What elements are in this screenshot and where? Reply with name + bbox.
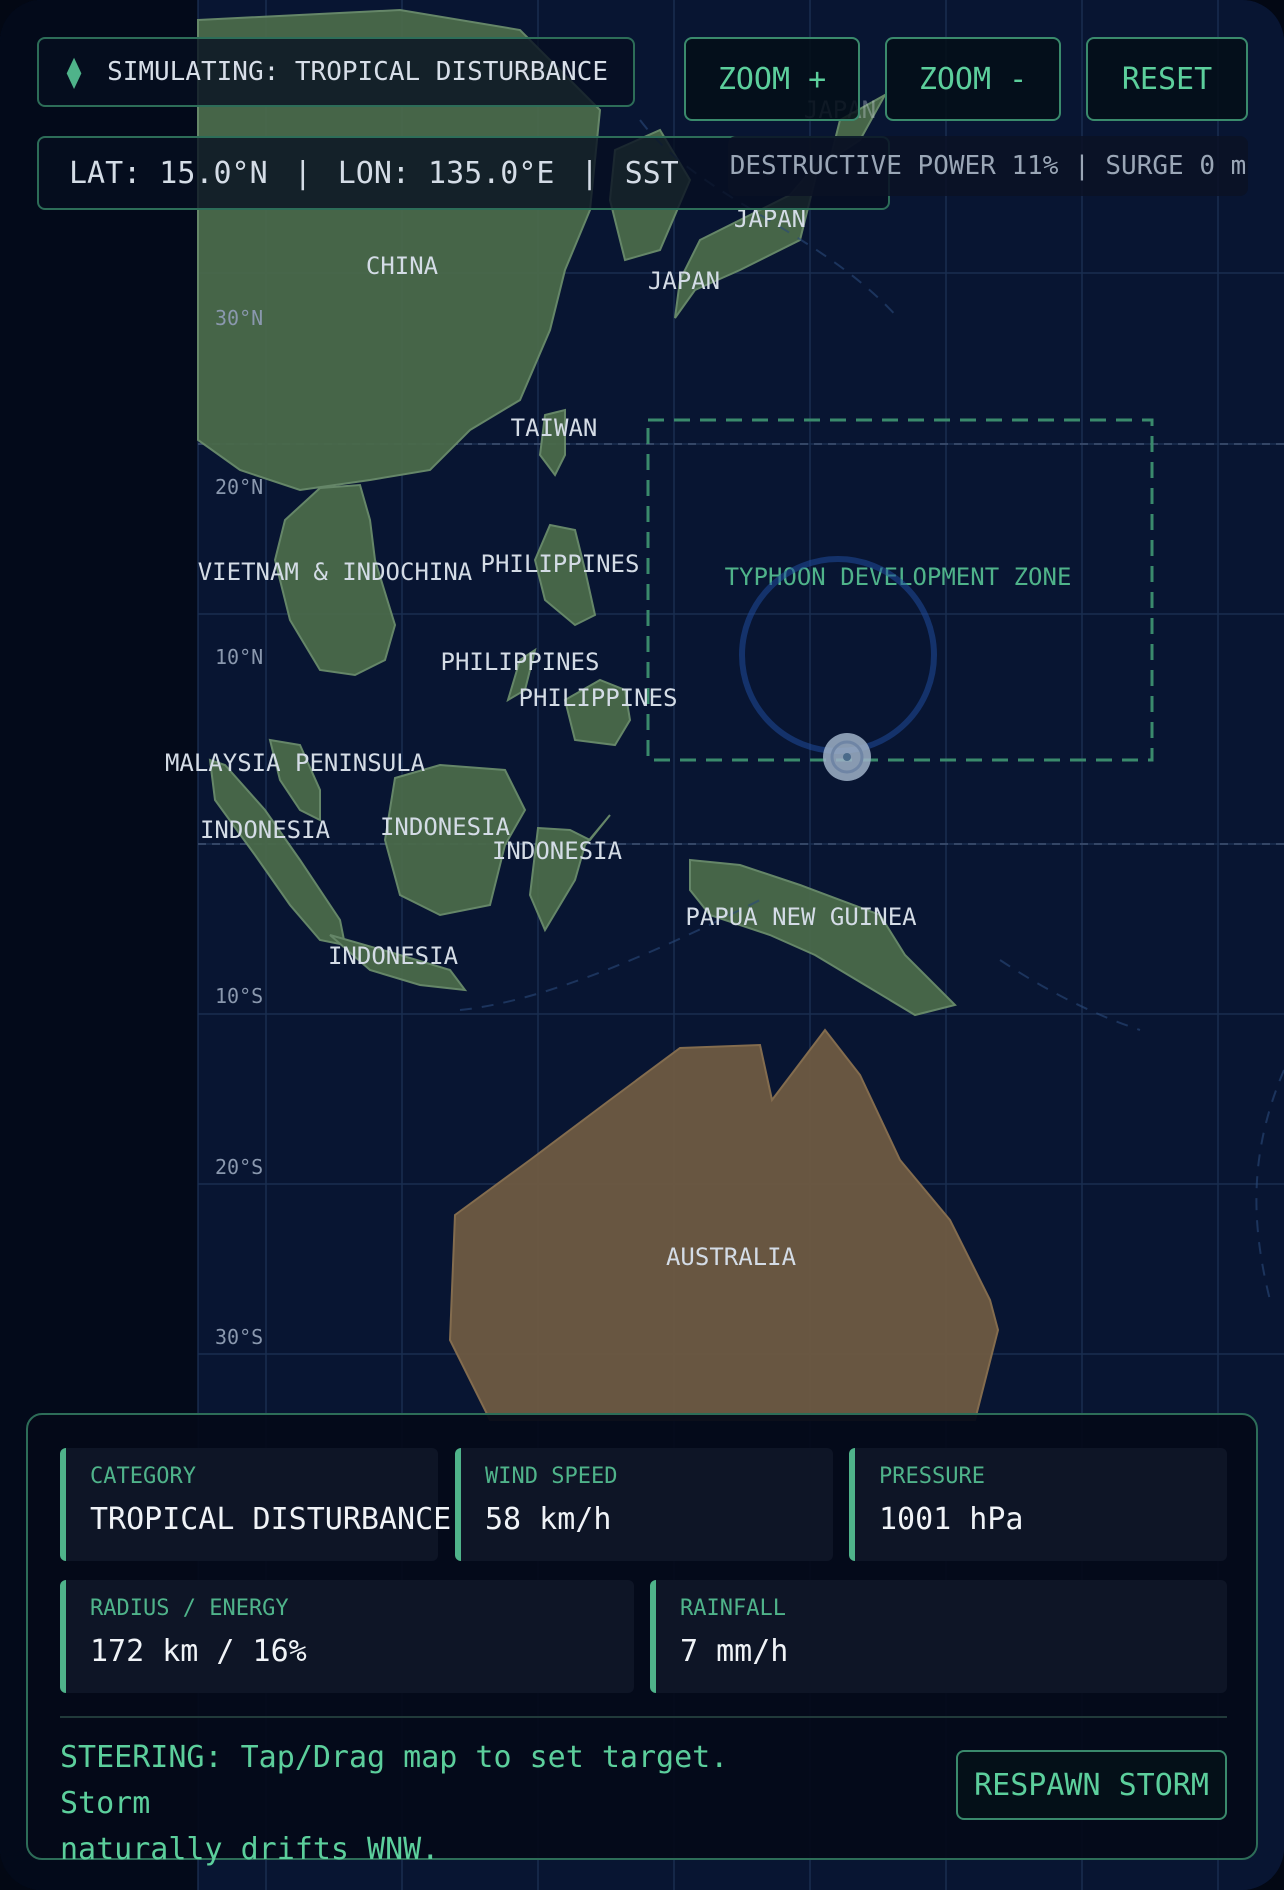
radius-energy-label: RADIUS / ENERGY	[90, 1596, 289, 1621]
radius-energy-card: RADIUS / ENERGY 172 km / 16%	[60, 1580, 634, 1693]
coord-separator-2: |	[580, 155, 599, 191]
longitude-readout: LON: 135.0°E	[337, 155, 555, 191]
storm-eye	[843, 753, 851, 761]
lat-label-30s: 30°S	[215, 1325, 263, 1349]
compass-icon: ⧫	[65, 54, 84, 90]
region-label-indonesia-4: INDONESIA	[328, 942, 459, 970]
zoom-in-button[interactable]: ZOOM +	[684, 37, 860, 121]
region-label-australia: AUSTRALIA	[666, 1243, 797, 1271]
rainfall-label: RAINFALL	[680, 1596, 786, 1621]
app-frame: TYPHOON DEVELOPMENT ZONE 30°N 20°N 10°N …	[0, 0, 1284, 1890]
region-label-taiwan: TAIWAN	[511, 414, 598, 442]
lat-label-20s: 20°S	[215, 1155, 263, 1179]
lat-label-30n: 30°N	[215, 306, 263, 330]
rainfall-card: RAINFALL 7 mm/h	[650, 1580, 1227, 1693]
respawn-storm-button[interactable]: RESPAWN STORM	[956, 1750, 1227, 1820]
pressure-value: 1001 hPa	[879, 1502, 1024, 1537]
pressure-label: PRESSURE	[879, 1464, 985, 1489]
steering-line-1: STEERING: Tap/Drag map to set target. St…	[60, 1740, 729, 1821]
region-label-indonesia-2: INDONESIA	[380, 813, 511, 841]
category-label: CATEGORY	[90, 1464, 196, 1489]
region-label-malaysia: MALAYSIA PENINSULA	[165, 749, 426, 777]
steering-line-2: naturally drifts WNW.	[60, 1832, 440, 1867]
region-label-china: CHINA	[366, 252, 439, 280]
simulation-status-text: SIMULATING: TROPICAL DISTURBANCE	[107, 57, 608, 87]
zoom-out-button[interactable]: ZOOM -	[885, 37, 1061, 121]
destructive-power-readout: DESTRUCTIVE POWER 11% | SURGE 0 m	[728, 136, 1248, 196]
sst-readout: SST	[624, 155, 679, 191]
region-label-philippines-3: PHILIPPINES	[519, 684, 678, 712]
region-label-indonesia-1: INDONESIA	[200, 816, 331, 844]
wind-speed-label: WIND SPEED	[485, 1464, 618, 1489]
lat-label-20n: 20°N	[215, 475, 263, 499]
lat-label-10n: 10°N	[215, 645, 263, 669]
rainfall-value: 7 mm/h	[680, 1634, 789, 1669]
category-value: TROPICAL DISTURBANCE	[90, 1502, 452, 1537]
storm-stats-panel: CATEGORY TROPICAL DISTURBANCE WIND SPEED…	[26, 1413, 1258, 1867]
lat-label-10s: 10°S	[215, 984, 263, 1008]
region-label-indonesia-3: INDONESIA	[492, 837, 623, 865]
region-label-philippines-1: PHILIPPINES	[481, 550, 640, 578]
pressure-card: PRESSURE 1001 hPa	[849, 1448, 1227, 1561]
region-label-philippines-2: PHILIPPINES	[441, 648, 600, 676]
region-label-japan-2: JAPAN	[648, 267, 720, 295]
coord-separator-1: |	[293, 155, 312, 191]
simulation-status: ⧫ SIMULATING: TROPICAL DISTURBANCE	[37, 37, 635, 107]
latitude-readout: LAT: 15.0°N	[69, 155, 268, 191]
category-card: CATEGORY TROPICAL DISTURBANCE	[60, 1448, 451, 1561]
reset-button[interactable]: RESET	[1086, 37, 1248, 121]
wind-speed-card: WIND SPEED 58 km/h	[455, 1448, 833, 1561]
steering-instructions: STEERING: Tap/Drag map to set target. St…	[60, 1735, 820, 1873]
region-label-png: PAPUA NEW GUINEA	[685, 903, 917, 931]
wind-speed-value: 58 km/h	[485, 1502, 612, 1537]
region-label-vietnam: VIETNAM & INDOCHINA	[198, 558, 473, 586]
panel-divider	[60, 1716, 1227, 1718]
radius-energy-value: 172 km / 16%	[90, 1634, 307, 1669]
